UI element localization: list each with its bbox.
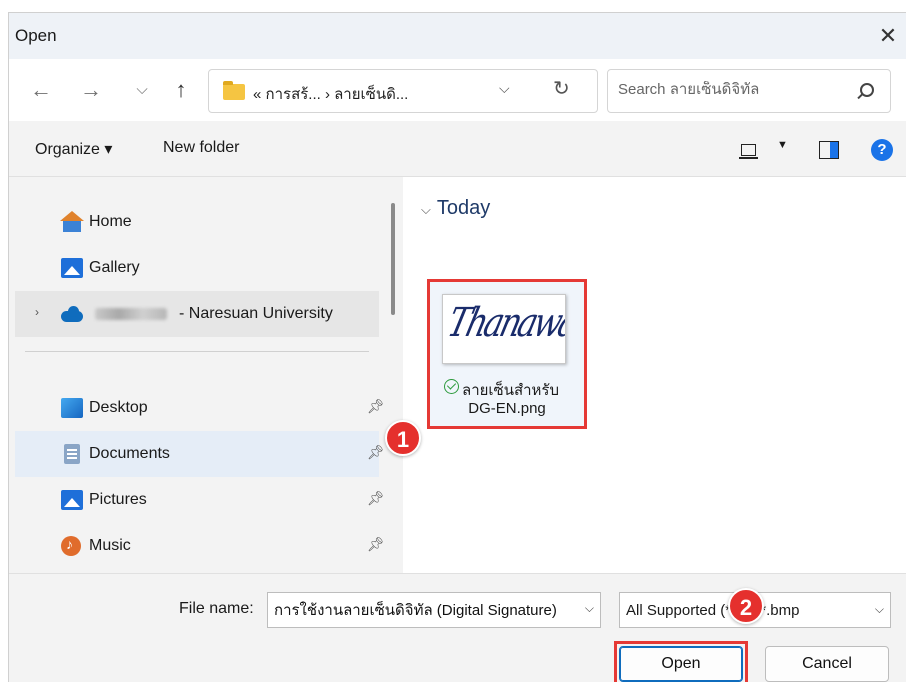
address-bar: ← → ⌵ ↑ « การสร้... › ลายเซ็นดิ... ⌵ ↻ <box>9 59 906 121</box>
search-input[interactable] <box>618 81 838 98</box>
pin-icon: 📌︎ <box>367 490 385 506</box>
breadcrumb[interactable]: « การสร้... › ลายเซ็นดิ... ⌵ ↻ <box>208 69 598 113</box>
recent-locations-chevron-icon[interactable]: ⌵ <box>131 75 153 105</box>
chevron-down-icon[interactable]: ⌵ <box>499 80 510 97</box>
open-button[interactable]: Open <box>619 646 743 682</box>
navigation-pane: Home Gallery › - Naresuan University Des… <box>9 177 403 573</box>
folder-icon <box>223 81 245 100</box>
nav-scrollbar[interactable] <box>391 203 395 315</box>
sidebar-item-home[interactable]: Home <box>15 199 379 245</box>
chevron-down-icon[interactable]: ⌵ <box>875 602 884 617</box>
step-badge-1: 1 <box>385 420 421 456</box>
organize-button[interactable]: Organize ▾ <box>35 139 112 159</box>
sidebar-item-label: Documents <box>89 445 170 462</box>
search-icon[interactable] <box>860 83 874 97</box>
desktop-icon <box>61 398 83 418</box>
cancel-button[interactable]: Cancel <box>765 646 889 682</box>
dialog-title: Open <box>15 26 57 45</box>
view-mode-icon[interactable] <box>739 144 758 159</box>
group-label: Today <box>436 197 491 219</box>
file-item-signature[interactable]: Thanawal ลายเซ็นสำหรับ DG-EN.png <box>427 279 587 429</box>
help-icon[interactable]: ? <box>871 139 893 161</box>
pictures-icon <box>61 490 83 510</box>
step-badge-2: 2 <box>728 588 764 624</box>
sidebar-item-label: Home <box>89 213 132 230</box>
chevron-down-icon[interactable]: ⌵ <box>585 601 594 616</box>
gallery-icon <box>61 258 83 278</box>
sidebar-item-label: Pictures <box>89 491 147 508</box>
sync-status-check-icon <box>444 379 459 394</box>
bottom-bar: File name: ⌵ All Supported (*.pdf;*.bmp … <box>9 573 906 682</box>
file-name-line-1: ลายเซ็นสำหรับ <box>462 382 560 399</box>
music-icon <box>61 536 81 556</box>
back-arrow-icon[interactable]: ← <box>27 75 55 105</box>
sidebar-item-onedrive[interactable]: › - Naresuan University <box>15 291 379 337</box>
command-bar: Organize ▾ New folder ▼ ? <box>9 121 906 177</box>
file-name-line-2: DG-EN.png <box>468 400 546 417</box>
file-name-label: File name: <box>179 600 254 617</box>
pin-icon: 📌︎ <box>367 444 385 460</box>
file-thumbnail: Thanawal <box>442 294 566 364</box>
signature-thumbnail-text: Thanawal <box>443 298 566 346</box>
open-file-dialog: Open ✕ ← → ⌵ ↑ « การสร้... › ลายเซ็นดิ..… <box>8 12 906 682</box>
sidebar-item-pictures[interactable]: Pictures 📌︎ <box>15 477 385 523</box>
pin-icon: 📌︎ <box>367 398 385 414</box>
file-name-combobox[interactable]: ⌵ <box>267 592 601 628</box>
breadcrumb-path[interactable]: « การสร้... › ลายเซ็นดิ... <box>253 82 408 106</box>
onedrive-cloud-icon <box>61 304 83 324</box>
chevron-down-icon[interactable]: ⌵ <box>421 202 431 217</box>
sidebar-item-label: - Naresuan University <box>179 305 333 322</box>
title-bar: Open ✕ <box>9 13 906 59</box>
up-arrow-icon[interactable]: ↑ <box>167 75 195 105</box>
sidebar-item-label: Music <box>89 537 131 554</box>
group-header-today[interactable]: ⌵ Today <box>421 197 490 220</box>
view-options-caret-icon[interactable]: ▼ <box>777 139 788 151</box>
pin-icon: 📌︎ <box>367 536 385 552</box>
file-list: ⌵ Today Thanawal ลายเซ็นสำหรับ DG-EN.png <box>403 177 906 573</box>
preview-pane-icon[interactable] <box>819 141 839 159</box>
new-folder-button[interactable]: New folder <box>163 139 239 157</box>
sidebar-item-gallery[interactable]: Gallery <box>15 245 379 291</box>
sidebar-item-label: Desktop <box>89 399 148 416</box>
sidebar-item-documents[interactable]: Documents 📌︎ <box>15 431 385 477</box>
nav-divider <box>25 351 369 352</box>
chevron-right-icon[interactable]: › <box>35 305 39 319</box>
file-name-input[interactable] <box>274 601 574 618</box>
close-icon[interactable]: ✕ <box>874 22 902 50</box>
redacted-name <box>95 308 167 320</box>
search-box[interactable] <box>607 69 891 113</box>
documents-icon <box>64 444 80 464</box>
sidebar-item-music[interactable]: Music 📌︎ <box>15 523 385 569</box>
forward-arrow-icon[interactable]: → <box>77 75 105 105</box>
sidebar-item-desktop[interactable]: Desktop 📌︎ <box>15 385 385 431</box>
refresh-icon[interactable]: ↻ <box>553 76 570 101</box>
home-icon <box>60 211 84 232</box>
sidebar-item-label: Gallery <box>89 259 140 276</box>
